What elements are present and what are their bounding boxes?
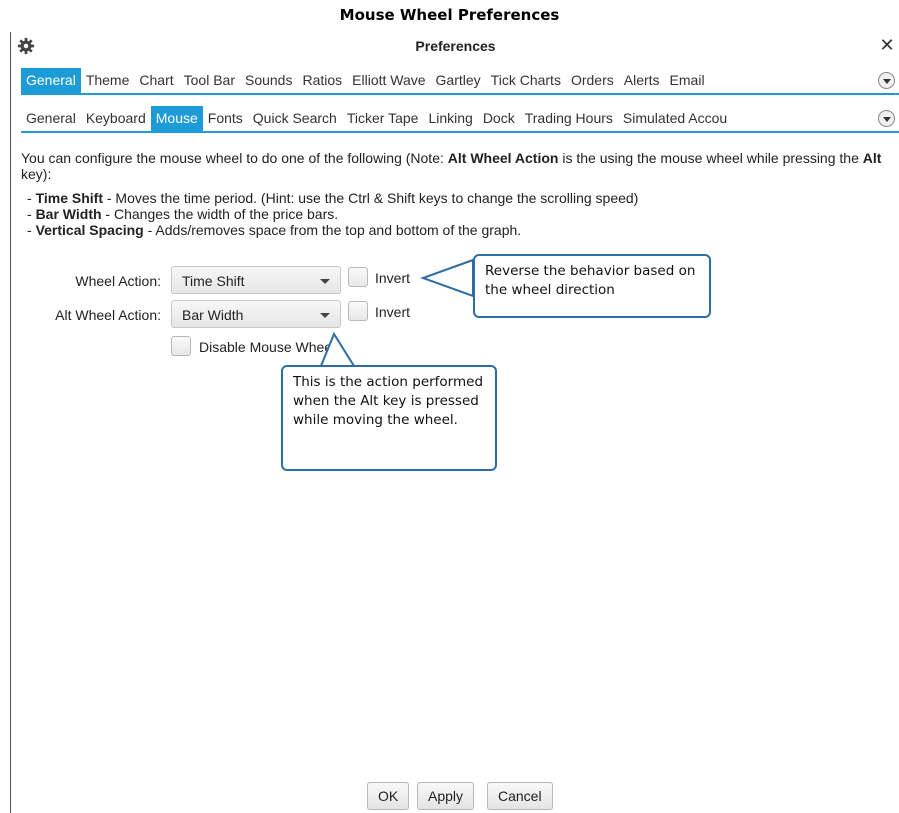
title-bar: Preferences ✕ <box>11 32 899 62</box>
tab-elliott-wave[interactable]: Elliott Wave <box>347 68 430 93</box>
subtab-linking[interactable]: Linking <box>423 106 477 131</box>
subtab-trading-hours[interactable]: Trading Hours <box>520 106 618 131</box>
cancel-button[interactable]: Cancel <box>487 782 553 810</box>
subtab-general[interactable]: General <box>21 106 81 131</box>
alt-action-callout: This is the action performed when the Al… <box>281 365 497 471</box>
bullet-term: Bar Width <box>35 206 102 222</box>
wheel-invert-checkbox[interactable] <box>348 267 368 287</box>
chevron-down-icon <box>320 313 330 318</box>
tab-orders[interactable]: Orders <box>566 68 619 93</box>
wheel-action-label: Wheel Action: <box>75 273 161 289</box>
bullet-text: - Adds/removes space from the top and bo… <box>143 222 522 238</box>
wheel-action-value: Time Shift <box>182 273 245 289</box>
option-list: - Time Shift - Moves the time period. (H… <box>27 190 638 238</box>
subtab-mouse[interactable]: Mouse <box>150 106 203 131</box>
disable-mouse-wheel-label: Disable Mouse Wheel <box>199 339 336 355</box>
subtab-fonts[interactable]: Fonts <box>203 106 248 131</box>
description-part: key): <box>21 166 52 182</box>
description-text: You can configure the mouse wheel to do … <box>21 150 891 182</box>
subtab-keyboard[interactable]: Keyboard <box>81 106 151 131</box>
tab-chart[interactable]: Chart <box>134 68 178 93</box>
alt-wheel-invert-label: Invert <box>375 304 411 320</box>
description-bold: Alt Wheel Action <box>447 150 559 166</box>
preferences-window: Preferences ✕ General Theme Chart Tool Bar S… <box>10 32 899 813</box>
list-item: - Time Shift - Moves the time period. (H… <box>27 190 639 206</box>
tab-ratios[interactable]: Ratios <box>297 68 347 93</box>
bullet-text: - Moves the time period. (Hint: use the … <box>102 190 639 206</box>
chevron-down-icon[interactable] <box>878 72 895 89</box>
tab-email[interactable]: Email <box>665 68 710 93</box>
description-bold: Alt <box>862 150 882 166</box>
chevron-down-icon[interactable] <box>878 110 895 127</box>
ok-button[interactable]: OK <box>367 782 410 810</box>
tab-tick-charts[interactable]: Tick Charts <box>486 68 566 93</box>
description-part: You can configure the mouse wheel to do … <box>21 150 448 166</box>
invert-callout-text: Reverse the behavior based on the wheel … <box>485 263 696 298</box>
main-tab-bar: General Theme Chart Tool Bar Sounds Ratios Ell… <box>21 68 899 93</box>
subtab-quick-search[interactable]: Quick Search <box>248 106 342 131</box>
alt-wheel-invert-checkbox[interactable] <box>348 301 368 321</box>
tab-general[interactable]: General <box>21 68 81 93</box>
description-part: is the using the mouse wheel while press… <box>558 150 863 166</box>
list-item: - Vertical Spacing - Adds/removes space … <box>27 222 522 238</box>
list-item: - Bar Width - Changes the width of the p… <box>27 206 339 222</box>
tab-sounds[interactable]: Sounds <box>240 68 297 93</box>
apply-button[interactable]: Apply <box>417 782 475 810</box>
bullet-text: - Changes the width of the price bars. <box>101 206 339 222</box>
main-tab-underline <box>21 93 899 95</box>
tab-tool-bar[interactable]: Tool Bar <box>179 68 240 93</box>
tab-theme[interactable]: Theme <box>81 68 135 93</box>
invert-callout-pointer <box>420 258 474 298</box>
wheel-invert-label: Invert <box>375 270 411 286</box>
alt-wheel-action-label: Alt Wheel Action: <box>55 307 161 323</box>
bullet-term: Vertical Spacing <box>35 222 144 238</box>
alt-callout-text: This is the action performed when the Al… <box>293 374 484 428</box>
disable-mouse-wheel-checkbox[interactable] <box>171 336 191 356</box>
alt-wheel-action-value: Bar Width <box>182 307 244 323</box>
subtab-simulated-accou[interactable]: Simulated Accou <box>618 106 732 131</box>
invert-callout: Reverse the behavior based on the wheel … <box>473 254 711 318</box>
tab-alerts[interactable]: Alerts <box>619 68 665 93</box>
window-title: Preferences <box>415 38 496 54</box>
wheel-action-select[interactable]: Time Shift <box>171 266 341 294</box>
close-icon[interactable]: ✕ <box>876 34 898 56</box>
chevron-down-icon <box>320 279 330 284</box>
sub-tab-bar: General Keyboard Mouse Fonts Quick Search Tic… <box>21 106 899 131</box>
subtab-dock[interactable]: Dock <box>478 106 520 131</box>
tab-gartley[interactable]: Gartley <box>431 68 486 93</box>
alt-wheel-action-select[interactable]: Bar Width <box>171 300 341 328</box>
subtab-ticker-tape[interactable]: Ticker Tape <box>342 106 424 131</box>
sub-tab-underline <box>21 131 899 133</box>
bullet-term: Time Shift <box>35 190 103 206</box>
page-caption: Mouse Wheel Preferences <box>339 6 560 24</box>
